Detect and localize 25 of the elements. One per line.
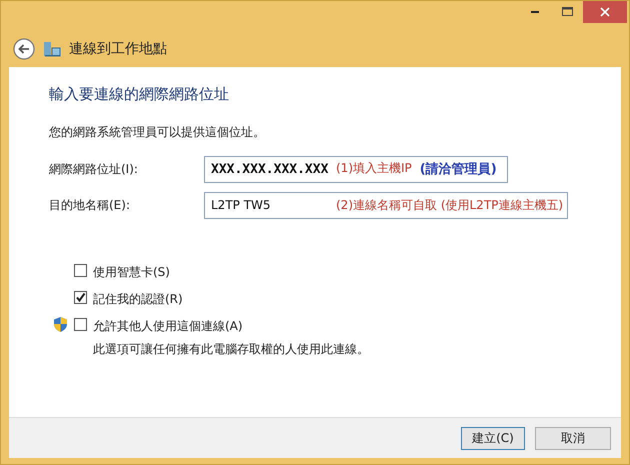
field-label: 目的地名稱(E):: [49, 196, 131, 214]
description-text: 您的網路系統管理員可以提供這個位址。: [49, 124, 266, 141]
back-icon[interactable]: [13, 38, 35, 60]
annotation-text: (1)填入主機IP: [336, 160, 412, 177]
input-field[interactable]: XXX.XXX.XXX.XXX (1)填入主機IP (請洽管理員): [204, 156, 508, 182]
checkbox[interactable]: [74, 291, 87, 304]
minimize-icon: [531, 11, 539, 13]
page-heading: 輸入要連線的網際網路位址: [49, 85, 230, 104]
create-button[interactable]: 建立(C): [461, 426, 525, 450]
field-label: 網際網路位址(I):: [49, 160, 139, 178]
checkbox[interactable]: [74, 318, 87, 331]
input-field[interactable]: L2TP TW5 (2)連線名稱可自取 (使用L2TP連線主機五): [204, 192, 568, 218]
checkbox-label: 允許其他人使用這個連線(A): [93, 318, 244, 335]
workplace-icon: [43, 40, 61, 58]
annotation-text: (請洽管理員): [420, 161, 497, 178]
window-title: 連線到工作地點: [69, 40, 167, 58]
maximize-icon: [562, 7, 572, 17]
checkbox-label: 記住我的認證(R): [93, 291, 183, 308]
cancel-button[interactable]: 取消: [535, 426, 611, 450]
annotation-text: (2)連線名稱可自取 (使用L2TP連線主機五): [336, 196, 564, 214]
checkbox-label: 使用智慧卡(S): [93, 264, 170, 281]
checkbox[interactable]: [74, 264, 87, 277]
close-icon: [600, 7, 610, 17]
close-button[interactable]: [583, 1, 627, 23]
option-note: 此選項可讓任何擁有此電腦存取權的人使用此連線。: [93, 341, 369, 358]
